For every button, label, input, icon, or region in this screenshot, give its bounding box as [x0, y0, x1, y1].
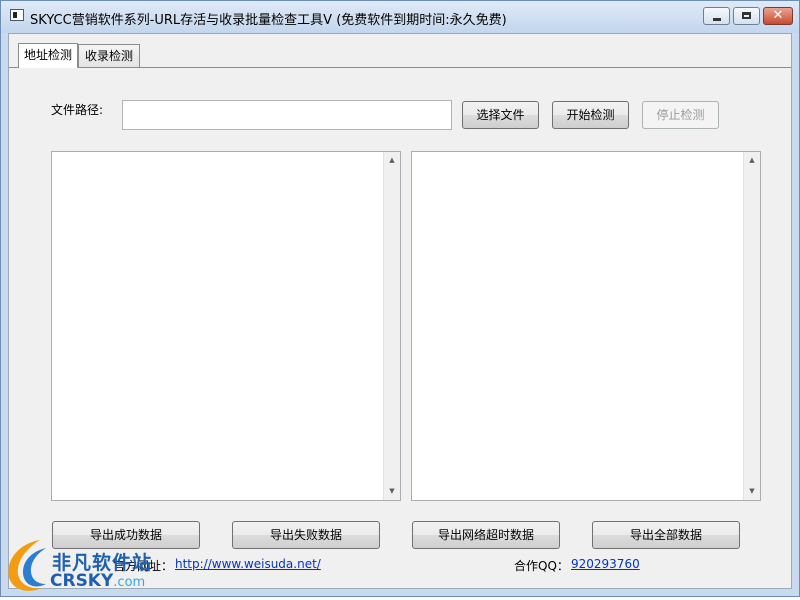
app-window: SKYCC营销软件系列-URL存活与收录批量检查工具V (免费软件到期时间:永久…	[0, 0, 800, 597]
scroll-up-arrow-icon[interactable]: ▲	[384, 152, 400, 169]
scroll-down-arrow-icon[interactable]: ▼	[384, 483, 400, 500]
window-controls: ✕	[703, 7, 793, 25]
close-icon: ✕	[772, 8, 784, 23]
title-bar[interactable]: SKYCC营销软件系列-URL存活与收录批量检查工具V (免费软件到期时间:永久…	[1, 1, 799, 33]
export-timeout-button[interactable]: 导出网络超时数据	[412, 521, 560, 549]
minimize-icon	[713, 18, 721, 21]
stop-check-button[interactable]: 停止检测	[642, 101, 719, 129]
window-title: SKYCC营销软件系列-URL存活与收录批量检查工具V (免费软件到期时间:永久…	[30, 13, 507, 28]
left-result-list[interactable]: ▲ ▼	[51, 151, 401, 501]
site-link[interactable]: http://www.weisuda.net/	[175, 557, 321, 571]
maximize-button[interactable]	[733, 7, 760, 25]
close-button[interactable]: ✕	[763, 7, 793, 25]
client-area: 地址检测 收录检测 文件路径: 选择文件 开始检测 停止检测 ▲ ▼ ▲ ▼ 导…	[8, 33, 792, 589]
tab-address-check[interactable]: 地址检测	[18, 43, 78, 68]
start-check-button[interactable]: 开始检测	[552, 101, 629, 129]
file-path-input[interactable]	[122, 100, 452, 130]
watermark-logo: 非凡软件站 CRSKY.com	[2, 534, 152, 596]
export-all-button[interactable]: 导出全部数据	[592, 521, 740, 549]
qq-link[interactable]: 920293760	[571, 557, 640, 571]
scroll-up-arrow-icon[interactable]: ▲	[744, 152, 760, 169]
minimize-button[interactable]	[703, 7, 730, 25]
left-list-scrollbar[interactable]: ▲ ▼	[383, 152, 400, 500]
tab-index-check[interactable]: 收录检测	[78, 44, 140, 68]
watermark-en-suffix: .com	[113, 575, 146, 590]
watermark-en-main: CRSKY	[50, 571, 114, 591]
watermark-swirl-icon	[8, 540, 46, 591]
watermark-english-text: CRSKY.com	[50, 571, 145, 591]
select-file-button[interactable]: 选择文件	[462, 101, 539, 129]
qq-label: 合作QQ：	[514, 559, 569, 573]
right-result-list[interactable]: ▲ ▼	[411, 151, 761, 501]
tab-strip-divider	[9, 67, 791, 68]
export-failed-button[interactable]: 导出失败数据	[232, 521, 380, 549]
right-list-scrollbar[interactable]: ▲ ▼	[743, 152, 760, 500]
maximize-icon	[742, 12, 751, 19]
app-icon[interactable]	[10, 9, 24, 21]
file-path-label: 文件路径:	[51, 103, 104, 117]
scroll-down-arrow-icon[interactable]: ▼	[744, 483, 760, 500]
